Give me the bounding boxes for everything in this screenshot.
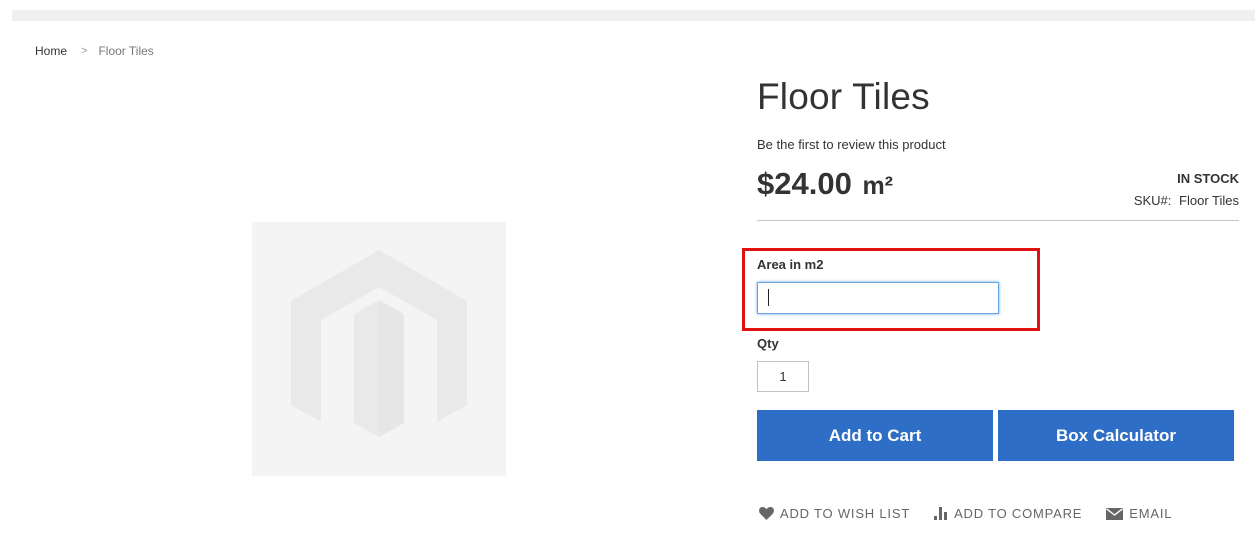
price-amount: $24.00: [757, 166, 852, 201]
review-link[interactable]: Be the first to review this product: [757, 137, 946, 152]
email-link[interactable]: EMAIL: [1106, 506, 1172, 521]
page-title: Floor Tiles: [757, 76, 930, 117]
product-social-links: ADD TO WISH LIST ADD TO COMPARE EMAIL: [759, 506, 1196, 521]
compare-label: ADD TO COMPARE: [954, 506, 1083, 521]
bar-chart-icon: [934, 507, 948, 520]
sku-label: SKU#:: [1133, 193, 1172, 208]
add-to-compare-link[interactable]: ADD TO COMPARE: [934, 506, 1082, 521]
text-caret: [768, 289, 769, 306]
box-calculator-button[interactable]: Box Calculator: [998, 410, 1234, 461]
envelope-icon: [1106, 507, 1124, 520]
price-unit: m²: [862, 172, 894, 200]
breadcrumb-current: Floor Tiles: [98, 44, 154, 58]
stock-status: IN STOCK: [1177, 171, 1239, 186]
sku-value: Floor Tiles: [1179, 193, 1239, 208]
magento-logo-placeholder-icon: [291, 250, 467, 437]
qty-label: Qty: [757, 336, 779, 351]
wishlist-label: ADD TO WISH LIST: [780, 506, 911, 521]
breadcrumb: Home > Floor Tiles: [35, 44, 154, 58]
email-label: EMAIL: [1129, 506, 1173, 521]
sku: SKU#: Floor Tiles: [1134, 193, 1239, 208]
product-image[interactable]: [252, 222, 506, 476]
top-bar: [12, 10, 1255, 21]
product-price: $24.00 m²: [757, 166, 893, 202]
divider: [757, 220, 1239, 221]
area-label: Area in m2: [757, 257, 824, 272]
add-to-cart-button[interactable]: Add to Cart: [757, 410, 993, 461]
chevron-right-icon: >: [81, 45, 88, 57]
breadcrumb-home-link[interactable]: Home: [35, 44, 67, 58]
area-input[interactable]: [757, 282, 999, 314]
add-to-wishlist-link[interactable]: ADD TO WISH LIST: [759, 506, 910, 521]
qty-input[interactable]: [757, 361, 809, 392]
heart-icon: [759, 507, 774, 520]
